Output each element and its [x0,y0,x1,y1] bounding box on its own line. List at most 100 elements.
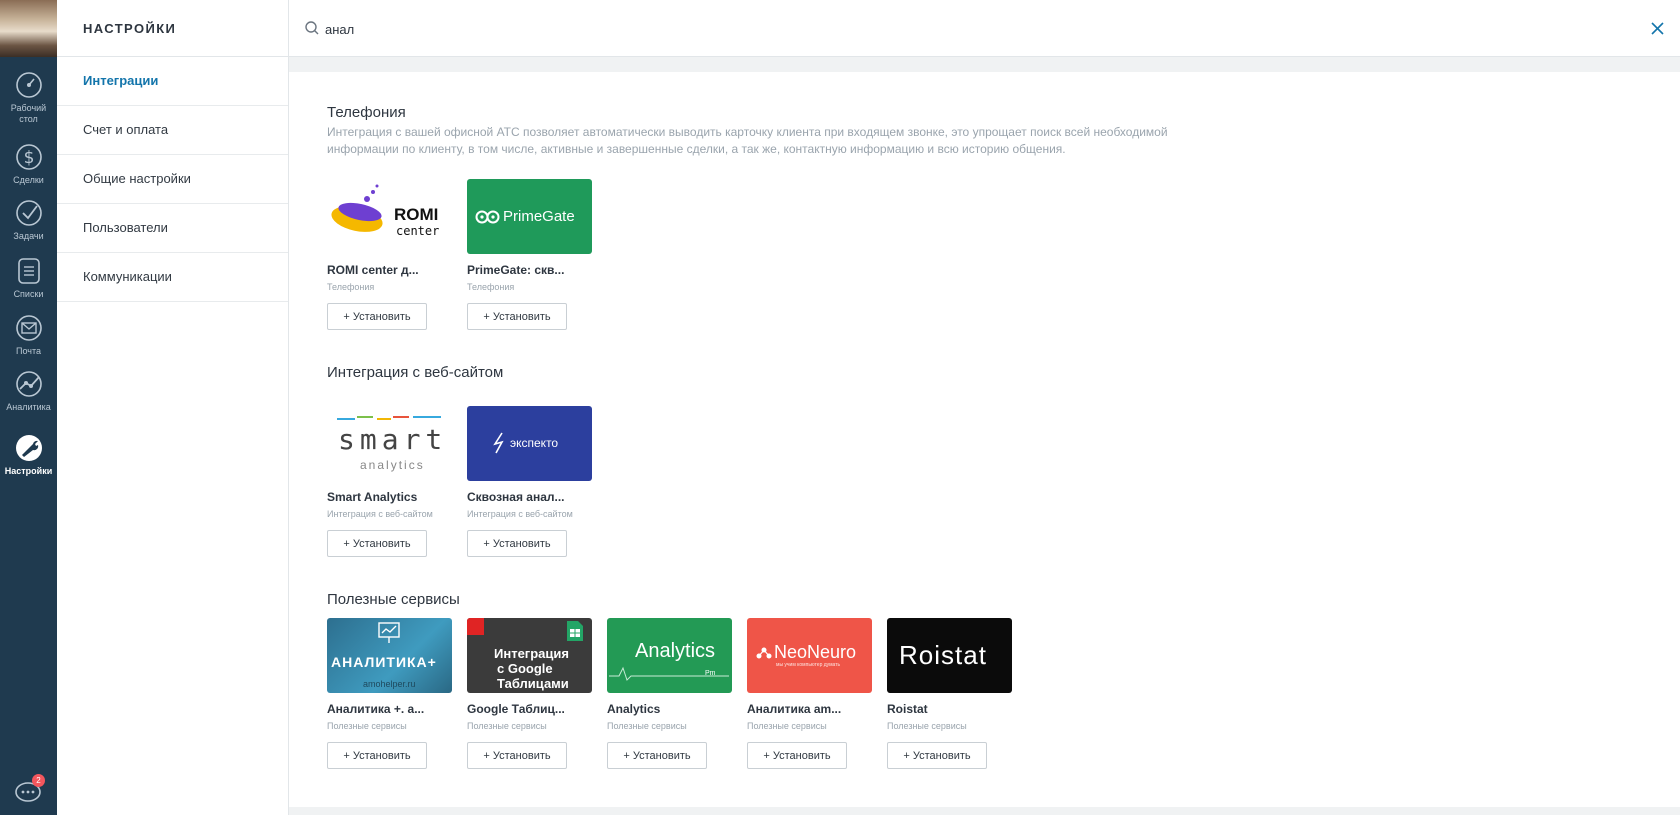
integration-card: PrimeGate PrimeGate: скв... Телефония + … [467,179,592,330]
nav-tasks[interactable]: Задачи [0,198,57,242]
card-name[interactable]: Аналитика am... [747,702,872,717]
card-category: Полезные сервисы [327,721,407,731]
nav-deals[interactable]: $ Сделки [0,142,57,186]
logo-text: АНАЛИТИКА+ [331,654,437,670]
nav-lists[interactable]: Списки [0,256,57,300]
integration-card: ROMI center ROMI center д... Телефония +… [327,179,452,330]
logo-text: Таблицами [497,676,569,691]
integration-card: smart analytics Smart Analytics Интеграц… [327,406,452,557]
install-button[interactable]: + Установить [607,742,707,769]
install-button[interactable]: + Установить [887,742,987,769]
settings-item-communications[interactable]: Коммуникации [57,253,288,302]
svg-text:$: $ [23,148,34,168]
logo-text: с Google [497,661,553,676]
card-category: Телефония [327,282,375,292]
card-name[interactable]: Roistat [887,702,1012,717]
logo-text: smart [338,423,448,456]
analytics-pm-logo[interactable]: Analytics Pm [607,618,732,693]
logo-text: Pm [705,670,716,677]
search-icon [305,21,319,35]
integrations-results: Телефония Интеграция с вашей офисной АТС… [289,72,1680,807]
mail-icon [15,315,42,341]
logo-text: analytics [360,458,425,472]
left-navigation: Рабочий стол $ Сделки Задачи Списки Почт… [0,0,57,815]
nav-label: Задачи [13,231,44,241]
user-avatar[interactable] [0,0,57,57]
wrench-icon [15,435,42,461]
install-button[interactable]: + Установить [327,742,427,769]
card-name[interactable]: Сквозная анал... [467,490,592,505]
check-icon [15,200,42,226]
close-icon[interactable] [1651,22,1664,35]
section-title: Телефония [327,104,406,121]
logo-text: PrimeGate [503,208,575,225]
nav-label: Сделки [13,175,44,185]
card-name[interactable]: ROMI center д... [327,263,452,278]
install-button[interactable]: + Установить [747,742,847,769]
search-header [289,0,1680,57]
nav-dashboard[interactable]: Рабочий стол [0,70,57,125]
dashboard-icon [15,72,42,98]
nav-label: Почта [16,346,41,356]
integration-card: Интеграция с Google Таблицами Google Таб… [467,618,592,769]
logo-text: center [396,224,440,238]
nav-analytics[interactable]: Аналитика [0,369,57,413]
logo-text: Интеграция [494,646,569,661]
install-button[interactable]: + Установить [467,530,567,557]
card-name[interactable]: Smart Analytics [327,490,452,505]
logo-text: Analytics [635,640,716,662]
card-category: Телефония [467,282,515,292]
settings-item-users[interactable]: Пользователи [57,204,288,253]
card-category: Интеграция с веб-сайтом [327,509,433,519]
search-input[interactable] [325,18,1525,40]
card-name[interactable]: Google Таблиц... [467,702,592,717]
section-title: Интеграция с веб-сайтом [327,364,504,381]
install-button[interactable]: + Установить [327,530,427,557]
roistat-logo[interactable]: Roistat [887,618,1012,693]
romi-center-logo[interactable]: ROMI center [327,179,452,254]
install-button[interactable]: + Установить [467,303,567,330]
settings-title: НАСТРОЙКИ [57,0,288,57]
integration-card: АНАЛИТИКА+ amohelper.ru Аналитика +. а..… [327,618,452,769]
logo-text: экспекто [510,436,559,450]
logo-text: ROMI [394,205,439,224]
nav-mail[interactable]: Почта [0,313,57,357]
card-category: Интеграция с веб-сайтом [467,509,573,519]
expecto-logo[interactable]: экспекто [467,406,592,481]
nav-settings[interactable]: Настройки [0,433,57,477]
card-name[interactable]: PrimeGate: скв... [467,263,592,278]
install-button[interactable]: + Установить [327,303,427,330]
section-website: Интеграция с веб-сайтом [327,364,503,382]
nav-label: Списки [13,289,44,299]
analytics-icon [15,371,42,397]
card-category: Полезные сервисы [607,721,687,731]
card-name[interactable]: Analytics [607,702,732,717]
logo-text: amohelper.ru [363,679,416,689]
settings-item-general[interactable]: Общие настройки [57,155,288,204]
notification-badge: 2 [32,774,45,787]
card-name[interactable]: Аналитика +. а... [327,702,452,717]
primegate-logo[interactable]: PrimeGate [467,179,592,254]
install-button[interactable]: + Установить [467,742,567,769]
brand-corner [467,618,484,635]
section-useful-services: Полезные сервисы [327,591,460,609]
google-sheets-logo[interactable]: Интеграция с Google Таблицами [467,618,592,693]
section-title: Полезные сервисы [327,591,460,608]
nav-label: стол [19,114,38,124]
card-category: Полезные сервисы [467,721,547,731]
neoneuro-logo[interactable]: NeoNeuro мы учим компьютер думать [747,618,872,693]
integration-card: NeoNeuro мы учим компьютер думать Аналит… [747,618,872,769]
settings-item-billing[interactable]: Счет и оплата [57,106,288,155]
logo-text: мы учим компьютер думать [776,662,841,668]
nav-label: Настройки [4,466,53,476]
logo-text: Roistat [899,640,987,670]
smart-analytics-logo[interactable]: smart analytics [327,406,452,481]
section-telephony: Телефония Интеграция с вашей офисной АТС… [327,104,1197,158]
section-description: Интеграция с вашей офисной АТС позволяет… [327,125,1168,156]
settings-item-integrations[interactable]: Интеграции [57,57,288,106]
logo-text: NeoNeuro [774,642,857,662]
card-category: Полезные сервисы [747,721,827,731]
integration-card: экспекто Сквозная анал... Интеграция с в… [467,406,592,557]
list-icon [17,258,40,284]
analytics-plus-logo[interactable]: АНАЛИТИКА+ amohelper.ru [327,618,452,693]
